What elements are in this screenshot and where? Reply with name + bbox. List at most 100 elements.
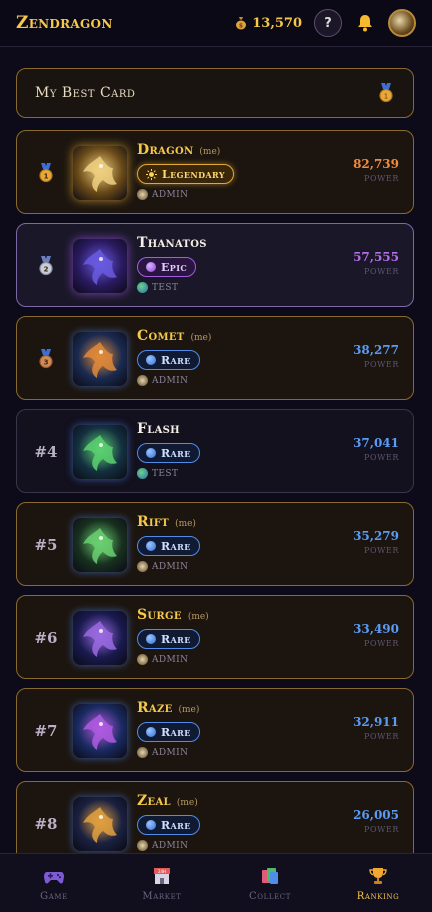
owner-avatar-icon [137,561,148,572]
nav-market-label: Market [142,890,182,902]
rarity-gem-icon [146,634,156,644]
power-value: 57,555 [353,250,399,264]
power-value: 33,490 [353,622,399,636]
card-name: Zeal [137,793,171,809]
nav-ranking-label: Ranking [356,890,400,902]
rarity-badge: Rare [137,722,200,742]
dragon-icon [83,156,117,192]
rarity-gem-icon [146,727,156,737]
best-card-title: My Best Card [35,85,136,101]
rarity-label: Legendary [162,167,225,181]
svg-text:2: 2 [44,266,49,274]
card-name-line: Thanatos [137,235,207,251]
nav-ranking[interactable]: Ranking [324,854,432,912]
rank-number: #5 [34,536,58,554]
ranking-row[interactable]: 2 Thanatos Epic TEST 57,555 POWER [16,223,414,307]
medal-icon: 1 [379,83,393,103]
owner-avatar-icon [137,189,148,200]
silver-medal-icon: 2 [39,256,53,276]
owner-name: ADMIN [152,561,189,572]
dragon-icon [83,528,117,564]
best-card-section[interactable]: My Best Card 1 [16,68,414,118]
coin-balance: $ 13,570 [234,16,302,31]
rarity-gem-icon [146,355,156,365]
svg-text:24H: 24H [158,868,166,873]
card-name: Flash [137,421,180,437]
ranking-row[interactable]: 1 Dragon (me) Legendary ADMIN 82,739 POW… [16,130,414,214]
me-tag: (me) [187,612,209,622]
app-title: Zendragon [16,13,113,33]
card-image [73,146,127,200]
card-name-line: Rift (me) [137,514,196,530]
owner-avatar-icon [137,375,148,386]
rarity-gem-icon [146,541,156,551]
me-tag: (me) [190,333,212,343]
bottom-nav: Game 24H Market Collect Ranking [0,853,432,912]
card-name: Rift [137,514,170,530]
rank-number: #8 [34,815,58,833]
rarity-badge: Rare [137,815,200,835]
svg-text:$: $ [239,23,243,30]
ranking-row[interactable]: #5 Rift (me) Rare ADMIN 35,279 POWER [16,502,414,586]
profile-avatar[interactable] [388,9,416,37]
card-image [73,332,127,386]
rank-number: #4 [34,443,58,461]
nav-collect[interactable]: Collect [216,854,324,912]
owner-avatar-icon [137,747,148,758]
card-image [73,518,127,572]
power-label: POWER [363,453,399,462]
top-actions: $ 13,570 ? [234,9,416,37]
rank-indicator: 3 [31,317,61,401]
card-owner: TEST [137,282,178,293]
power-value: 38,277 [353,343,399,357]
power-block: 57,555 POWER [353,250,399,276]
card-image [73,797,127,851]
svg-text:1: 1 [44,173,49,181]
card-owner: ADMIN [137,189,188,200]
nav-collect-label: Collect [248,890,292,902]
dragon-icon [83,435,117,471]
ranking-row[interactable]: #4 Flash Rare TEST 37,041 POWER [16,409,414,493]
rarity-label: Rare [161,725,191,739]
market-icon: 24H [154,867,170,884]
owner-name: ADMIN [152,189,189,200]
rarity-badge: Rare [137,350,200,370]
rarity-badge: Rare [137,629,200,649]
nav-game[interactable]: Game [0,854,108,912]
card-name-line: Surge (me) [137,607,209,623]
coin-amount: 13,570 [252,15,302,31]
help-button[interactable]: ? [314,9,342,37]
rank-number: #7 [34,722,58,740]
rarity-label: Rare [161,539,191,553]
card-owner: ADMIN [137,840,188,851]
nav-market[interactable]: 24H Market [108,854,216,912]
svg-text:3: 3 [44,359,49,367]
owner-name: ADMIN [152,747,189,758]
me-tag: (me) [199,147,221,157]
card-name-line: Zeal (me) [137,793,198,809]
rarity-label: Rare [161,446,191,460]
money-bag-icon: $ [236,17,247,30]
power-value: 82,739 [353,157,399,171]
power-block: 35,279 POWER [353,529,399,555]
power-label: POWER [363,546,399,555]
notification-bell-icon[interactable] [354,12,376,34]
card-image [73,704,127,758]
owner-avatar-icon [137,282,148,293]
card-name-line: Raze (me) [137,700,199,716]
card-name-line: Flash [137,421,180,437]
power-block: 38,277 POWER [353,343,399,369]
ranking-row[interactable]: #7 Raze (me) Rare ADMIN 32,911 POWER [16,688,414,772]
power-value: 35,279 [353,529,399,543]
rarity-badge: Epic [137,257,197,277]
ranking-row[interactable]: 3 Comet (me) Rare ADMIN 38,277 POWER [16,316,414,400]
card-name: Dragon [137,142,194,158]
rarity-gem-icon [146,820,156,830]
owner-avatar-icon [137,654,148,665]
ranking-row[interactable]: #6 Surge (me) Rare ADMIN 33,490 POWER [16,595,414,679]
power-value: 32,911 [353,715,399,729]
power-label: POWER [363,360,399,369]
card-owner: ADMIN [137,375,188,386]
card-name: Thanatos [137,235,207,251]
power-block: 82,739 POWER [353,157,399,183]
